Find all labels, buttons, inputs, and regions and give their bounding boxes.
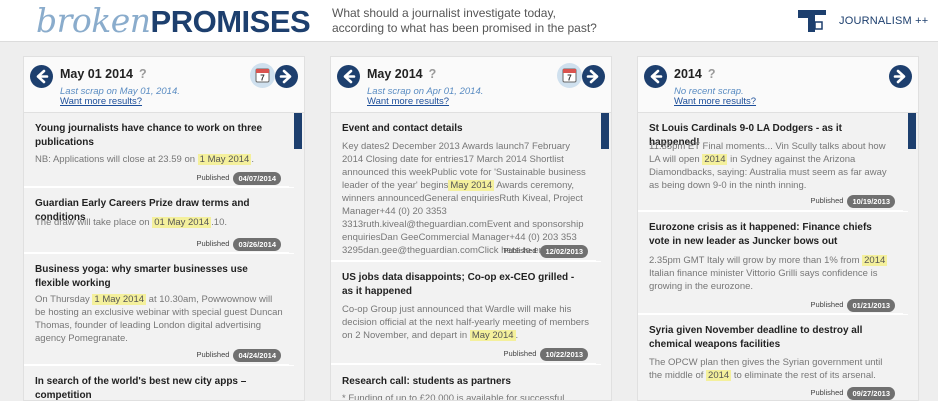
item-snippet: The draw will take place on 01 May 2014.… [35, 217, 228, 228]
scrollbar-thumb[interactable] [601, 113, 609, 149]
date-highlight: May 2014 [469, 330, 516, 341]
date-highlight: 1 May 2014 [197, 154, 252, 165]
list-item[interactable]: US jobs data disappoints; Co-op ex-CEO g… [331, 262, 596, 364]
published-info: Published 10/19/2013 [811, 195, 895, 208]
published-info: Published 01/21/2013 [811, 299, 895, 312]
item-snippet: 2.35pm GMT Italy will grow by more than … [649, 255, 888, 292]
list-item[interactable]: St Louis Cardinals 9-0 LA Dodgers - as i… [638, 113, 903, 211]
help-mark[interactable]: ? [429, 67, 437, 81]
logo-promises: PROMISES [150, 4, 311, 39]
date-badge: 01/21/2013 [847, 299, 895, 312]
date-badge: 10/22/2013 [540, 348, 588, 361]
tagline-line-1: What should a journalist investigate tod… [332, 6, 556, 20]
results-list[interactable]: Young journalists have chance to work on… [24, 112, 304, 400]
help-mark[interactable]: ? [139, 67, 147, 81]
tagline-line-2: according to what has been promised in t… [332, 21, 597, 35]
column-header: 2014? No recent scrap. Want more results… [638, 57, 918, 109]
column-header: May 01 2014? 7 Last scrap on May 01, 201… [24, 57, 304, 109]
next-button[interactable] [275, 65, 298, 88]
scrollbar-thumb[interactable] [908, 113, 916, 149]
column-title: 2014? [674, 67, 716, 81]
item-title[interactable]: Young journalists have chance to work on… [35, 122, 280, 150]
item-snippet: 11.35pm ET Final moments... Vin Scully t… [649, 141, 887, 191]
next-button[interactable] [889, 65, 912, 88]
item-snippet: * Funding of up to £20,000 is available … [342, 393, 565, 401]
item-snippet: Co-op Group just announced that Wardle w… [342, 304, 589, 341]
item-snippet: On Thursday 1 May 2014 at 10.30am, Powwo… [35, 294, 283, 344]
item-snippet: NB: Applications will close at 23.59 on … [35, 154, 254, 165]
arrow-right-icon [279, 69, 292, 84]
scrollbar-thumb[interactable] [294, 113, 302, 149]
list-item[interactable]: Young journalists have chance to work on… [24, 113, 289, 187]
calendar-button[interactable]: 7 [557, 63, 582, 88]
published-info: Published 03/26/2014 [197, 238, 281, 251]
more-results-link[interactable]: Want more results? [60, 96, 142, 107]
results-list[interactable]: St Louis Cardinals 9-0 LA Dodgers - as i… [638, 112, 918, 400]
date-badge: 09/27/2013 [847, 387, 895, 400]
date-highlight: 1 May 2014 [92, 294, 147, 305]
calendar-icon: 7 [255, 68, 270, 83]
results-column-2: May 2014? 7 Last scrap on Apr 01, 2014. … [330, 56, 612, 401]
results-column-3: 2014? No recent scrap. Want more results… [637, 56, 919, 401]
logo-broken: broken [36, 1, 151, 40]
journalism-logo-icon [798, 10, 826, 32]
arrow-right-icon [586, 69, 599, 84]
item-title[interactable]: Syria given November deadline to destroy… [649, 324, 894, 352]
list-item[interactable]: In search of the world's best new city a… [24, 366, 289, 400]
list-item[interactable]: Syria given November deadline to destroy… [638, 315, 903, 400]
svg-text:7: 7 [260, 74, 265, 83]
date-badge: 10/19/2013 [847, 195, 895, 208]
published-info: Published 10/22/2013 [504, 348, 588, 361]
more-results-link[interactable]: Want more results? [674, 96, 756, 107]
calendar-button[interactable]: 7 [250, 63, 275, 88]
arrow-left-icon [36, 69, 49, 84]
date-highlight: 2014 [706, 370, 732, 381]
list-item[interactable]: Business yoga: why smarter businesses us… [24, 254, 289, 365]
arrow-left-icon [343, 69, 356, 84]
date-highlight: 2014 [862, 255, 888, 266]
prev-button[interactable] [30, 65, 53, 88]
item-title[interactable]: In search of the world's best new city a… [35, 375, 280, 400]
item-snippet: The OPCW plan then gives the Syrian gove… [649, 357, 883, 381]
item-title[interactable]: Eurozone crisis as it happened: Finance … [649, 221, 894, 249]
list-item[interactable]: Research call: students as partners * Fu… [331, 365, 596, 401]
more-results-link[interactable]: Want more results? [367, 96, 449, 107]
date-highlight: May 2014 [448, 180, 495, 191]
published-info: Published 09/27/2013 [811, 387, 895, 400]
column-title: May 2014? [367, 67, 437, 81]
list-item[interactable]: Event and contact details Key dates2 Dec… [331, 113, 596, 261]
prev-button[interactable] [644, 65, 667, 88]
published-info: Published 04/07/2014 [197, 172, 281, 185]
arrow-right-icon [893, 69, 906, 84]
item-title[interactable]: Business yoga: why smarter businesses us… [35, 263, 280, 291]
results-column-1: May 01 2014? 7 Last scrap on May 01, 201… [23, 56, 305, 401]
date-badge: 04/07/2014 [233, 172, 281, 185]
help-mark[interactable]: ? [708, 67, 716, 81]
list-item[interactable]: Guardian Early Careers Prize draw terms … [24, 188, 289, 253]
date-badge: 12/02/2013 [540, 245, 588, 258]
site-header: brokenPROMISES What should a journalist … [0, 0, 938, 42]
results-list[interactable]: Event and contact details Key dates2 Dec… [331, 112, 611, 400]
brand-label: JOURNALISM ++ [839, 15, 929, 27]
column-title: May 01 2014? [60, 67, 147, 81]
item-title[interactable]: US jobs data disappoints; Co-op ex-CEO g… [342, 271, 587, 299]
item-snippet: Key dates2 December 2013 Awards launch7 … [342, 141, 586, 256]
next-button[interactable] [582, 65, 605, 88]
published-info: Published 12/02/2013 [504, 245, 588, 258]
site-logo[interactable]: brokenPROMISES [36, 0, 311, 49]
prev-button[interactable] [337, 65, 360, 88]
column-header: May 2014? 7 Last scrap on Apr 01, 2014. … [331, 57, 611, 109]
tagline: What should a journalist investigate tod… [332, 6, 597, 36]
item-title[interactable]: Research call: students as partners [342, 375, 587, 389]
date-badge: 04/24/2014 [233, 349, 281, 362]
list-item[interactable]: Eurozone crisis as it happened: Finance … [638, 212, 903, 314]
svg-text:7: 7 [567, 74, 572, 83]
date-badge: 03/26/2014 [233, 238, 281, 251]
item-title[interactable]: Event and contact details [342, 122, 587, 136]
date-highlight: 01 May 2014 [152, 217, 212, 228]
arrow-left-icon [650, 69, 663, 84]
published-info: Published 04/24/2014 [197, 349, 281, 362]
date-highlight: 2014 [702, 154, 728, 165]
calendar-icon: 7 [562, 68, 577, 83]
